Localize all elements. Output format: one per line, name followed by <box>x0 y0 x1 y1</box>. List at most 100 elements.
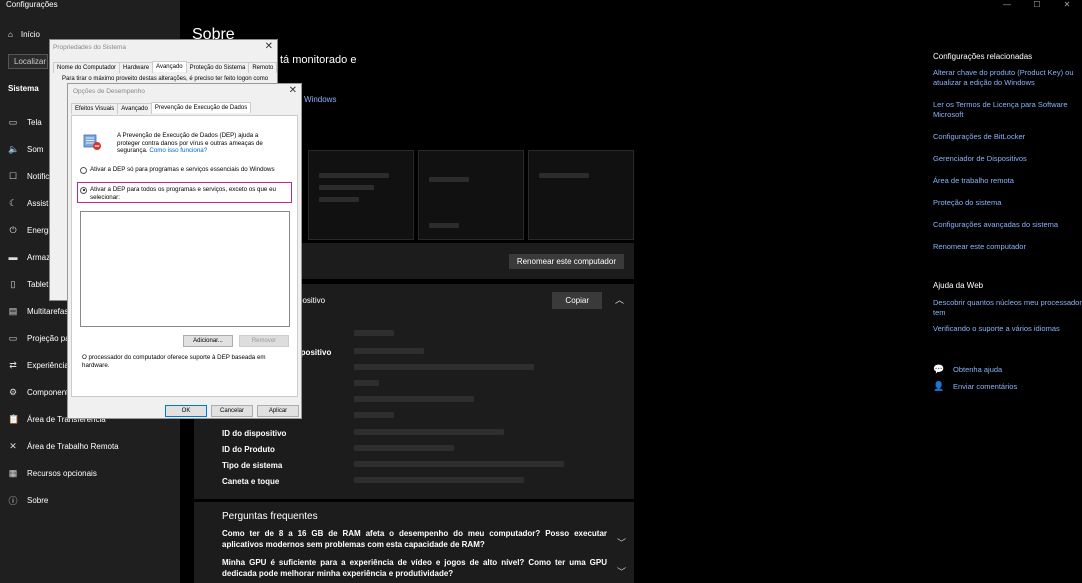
chevron-down-icon[interactable]: ﹀ <box>617 565 626 578</box>
chevron-up-icon[interactable]: ︿ <box>615 293 624 306</box>
monitor-icon: ▭ <box>8 116 18 127</box>
remove-button[interactable]: Remover <box>239 335 289 347</box>
sidebar-item-label: Assist <box>27 198 49 208</box>
performance-options-dialog: Opções de Desempenho ✕ Efeitos Visuais Av… <box>67 83 302 419</box>
related-settings: Configurações relacionadas Alterar chave… <box>933 52 1082 264</box>
option-label: Ativar a DEP para todos os programas e s… <box>90 186 276 201</box>
cancel-button[interactable]: Cancelar <box>211 405 253 417</box>
spec-label: ID do Produto <box>222 445 275 454</box>
moon-icon: ☾ <box>8 197 18 208</box>
spec-label: Caneta e toque <box>222 477 280 486</box>
tab[interactable]: Nome do Computador <box>53 62 121 73</box>
dep-all-option[interactable]: Ativar a DEP para todos os programas e s… <box>80 186 290 201</box>
related-link[interactable]: Configurações de BitLocker <box>933 132 1082 142</box>
sidebar-item-label: Sobre <box>27 495 49 505</box>
copy-button[interactable]: Copiar <box>552 292 602 309</box>
web-help-title: Ajuda da Web <box>933 281 984 290</box>
dep-shield-icon <box>83 134 101 150</box>
how-it-works-link[interactable]: Como isso funciona? <box>149 147 207 154</box>
share-icon: ⇄ <box>9 359 17 370</box>
maximize-button[interactable]: ☐ <box>1022 0 1052 10</box>
chevron-down-icon[interactable]: ﹀ <box>617 536 626 549</box>
features-icon: ▦ <box>8 467 18 478</box>
ok-button[interactable]: OK <box>165 405 207 417</box>
related-link[interactable]: Proteção do sistema <box>933 198 1082 208</box>
speaker-icon: 🔈 <box>8 143 20 154</box>
windows-security-link[interactable]: Windows <box>304 95 336 104</box>
sidebar-item-label: Armaz <box>27 252 51 262</box>
tab[interactable]: Hardware <box>119 62 154 73</box>
nav-home[interactable]: ⌂ Início <box>8 30 40 39</box>
web-help-link[interactable]: Verificando o suporte a vários idiomas <box>933 324 1082 334</box>
faq-item[interactable]: Minha GPU é suficiente para a experiênci… <box>222 557 607 579</box>
related-link[interactable]: Configurações avançadas do sistema <box>933 220 1082 230</box>
web-help-link[interactable]: Descobrir quantos núcleos meu processado… <box>933 298 1082 318</box>
tab[interactable]: Avançado <box>152 61 187 72</box>
sidebar-item-label: Recursos opcionais <box>27 468 97 478</box>
components-icon: ⚙ <box>8 386 18 397</box>
dep-essential-option[interactable]: Ativar a DEP só para programas e serviço… <box>80 166 275 174</box>
get-help-link[interactable]: 💬 Obtenha ajuda <box>933 364 1002 375</box>
exception-list[interactable] <box>80 211 290 327</box>
tab[interactable]: Prevenção de Execução de Dados <box>150 102 252 113</box>
sidebar-item-label: Área de Trabalho Remota <box>27 441 119 451</box>
related-link[interactable]: Alterar chave do produto (Product Key) o… <box>933 68 1082 88</box>
sidebar-item[interactable]: ▦ Recursos opcionais <box>8 466 178 480</box>
tab[interactable]: Proteção do Sistema <box>185 62 250 73</box>
tab[interactable]: Remoto <box>248 62 278 73</box>
add-button[interactable]: Adicionar... <box>183 335 233 347</box>
radio-button-selected[interactable] <box>80 186 87 194</box>
settings-main: — ☐ ✕ Sobre tá monitorado e Windows Reno… <box>180 0 1082 583</box>
nav-home-label: Início <box>20 30 40 39</box>
faq-panel: Perguntas frequentes Como ter de 8 a 16 … <box>194 502 634 583</box>
related-link[interactable]: Área de trabalho remota <box>933 176 1082 186</box>
dialog-title: Opções de Desempenho <box>73 88 145 95</box>
notification-icon: ☐ <box>8 170 18 181</box>
dep-description: A Prevenção de Execução de Dados (DEP) a… <box>117 132 272 155</box>
multitask-icon: ▤ <box>8 305 18 316</box>
sidebar-item-label: Projeção pa <box>27 333 70 343</box>
spec-card <box>528 150 634 240</box>
props-note: Para tirar o máximo proveito destas alte… <box>62 76 269 82</box>
sidebar-item-label: Som <box>27 144 44 154</box>
power-icon: ⏻ <box>9 224 17 235</box>
related-link[interactable]: Ler os Termos de Licença para Software M… <box>933 100 1082 120</box>
option-label: Ativar a DEP só para programas e serviço… <box>90 166 275 173</box>
close-button[interactable]: ✕ <box>1052 0 1082 10</box>
rename-computer-button[interactable]: Renomear este computador <box>508 254 624 269</box>
dep-tab-panel: A Prevenção de Execução de Dados (DEP) a… <box>71 115 298 397</box>
close-icon[interactable]: ✕ <box>265 41 273 52</box>
spec-card <box>418 150 524 240</box>
related-title: Configurações relacionadas <box>933 52 1033 61</box>
tab[interactable]: Efeitos Visuais <box>71 103 119 114</box>
close-icon[interactable]: ✕ <box>289 85 297 96</box>
nav-section-title: Sistema <box>8 84 39 93</box>
window-title: Configurações <box>6 0 58 9</box>
info-icon: ⓘ <box>8 495 18 506</box>
related-link[interactable]: Gerenciador de Dispositivos <box>933 154 1082 164</box>
storage-icon: ▬ <box>8 252 18 262</box>
sidebar-item-label: Tela <box>27 117 42 127</box>
search-input[interactable]: Localizar <box>8 54 48 69</box>
get-help-label: Obtenha ajuda <box>953 365 1003 374</box>
dep-hardware-note: O processador do computador oferece supo… <box>82 354 266 369</box>
minimize-button[interactable]: — <box>992 0 1022 10</box>
sidebar-item-label: Tablet <box>27 279 49 289</box>
faq-item[interactable]: Como ter de 8 a 16 GB de RAM afeta o des… <box>222 528 607 550</box>
spec-label: Tipo de sistema <box>222 461 283 470</box>
feedback-link[interactable]: 👤 Enviar comentários <box>933 381 1017 392</box>
tab[interactable]: Avançado <box>117 103 152 114</box>
tab-bar: Nome do Computador Hardware Avançado Proteç… <box>53 61 278 73</box>
help-chat-icon: 💬 <box>933 364 945 374</box>
sidebar-item-label: Experiência <box>27 360 69 370</box>
sidebar-item[interactable]: ⓘ Sobre <box>8 493 178 507</box>
sidebar-item-label: Component <box>27 387 69 397</box>
dialog-title: Propriedades do Sistema <box>53 44 126 51</box>
tab-bar: Efeitos Visuais Avançado Prevenção de Exec… <box>71 102 252 114</box>
sidebar-item[interactable]: ✕ Área de Trabalho Remota <box>8 439 178 453</box>
window-controls: — ☐ ✕ <box>992 0 1082 10</box>
apply-button[interactable]: Aplicar <box>257 405 299 417</box>
related-link[interactable]: Renomear este computador <box>933 242 1082 252</box>
feedback-icon: 👤 <box>933 381 945 391</box>
radio-button[interactable] <box>80 166 87 174</box>
